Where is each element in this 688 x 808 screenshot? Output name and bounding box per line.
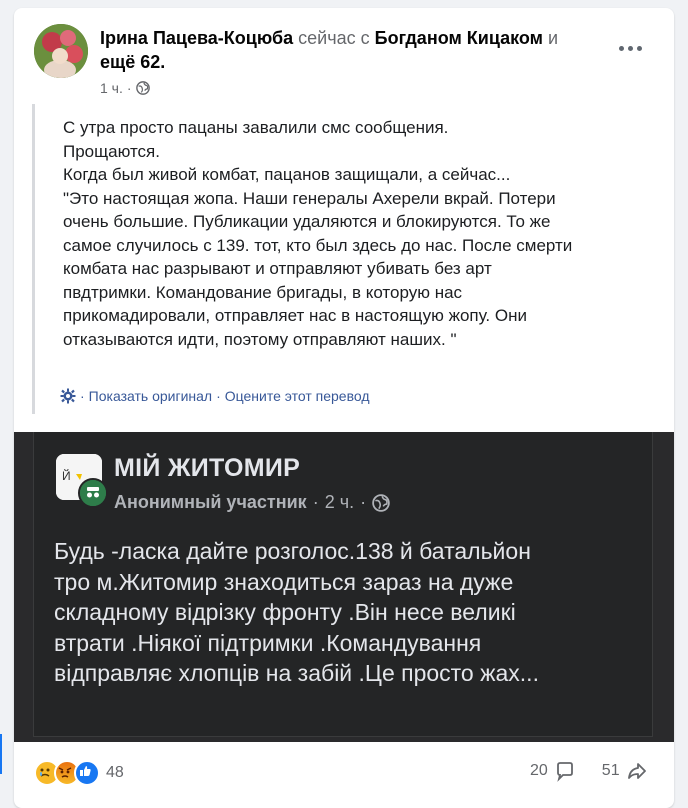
quote-line: С утра просто пацаны завалили смс сообще… xyxy=(63,118,449,137)
header-period: . xyxy=(160,52,166,72)
post-time[interactable]: 1 ч. xyxy=(100,80,123,96)
quote-line: комбата нас разрывают и отправляют убива… xyxy=(63,259,492,278)
rate-translation-link[interactable]: Оцените этот перевод xyxy=(225,388,370,404)
post-footer: 48 20 51 xyxy=(14,742,674,808)
quote-line: Прощаются. xyxy=(63,141,160,161)
sad-face-icon xyxy=(40,768,50,777)
anonymous-icon xyxy=(80,480,106,506)
and-word: и xyxy=(547,28,559,48)
like-reaction-icon xyxy=(74,760,100,786)
member-avatar xyxy=(78,478,108,508)
translated-quote: С утра просто пацаны завалили смс сообще… xyxy=(32,104,655,414)
share-icon[interactable] xyxy=(626,760,648,782)
meta-dot: · xyxy=(126,80,132,96)
group-name: МІЙ ЖИТОМИР xyxy=(114,454,301,482)
comment-count[interactable]: 20 xyxy=(530,762,548,780)
translation-bar: · Показать оригинал · Оцените этот перев… xyxy=(60,388,370,404)
gear-icon[interactable] xyxy=(60,388,76,404)
quote-text: С утра просто пацаны завалили смс сообще… xyxy=(63,116,643,351)
thumbs-up-icon xyxy=(80,766,91,776)
shared-line: тро м.Житомир знаходиться зараз на дуже xyxy=(54,568,514,595)
shared-line: втрати .Ніякої підтримки .Командування xyxy=(54,629,482,656)
more-options-button[interactable] xyxy=(616,38,644,58)
shared-post-meta: Анонимный участник · 2 ч. · xyxy=(114,492,390,513)
post-when-inline: сейчас xyxy=(298,28,356,48)
globe-icon[interactable] xyxy=(135,81,150,95)
author-name[interactable]: Ірина Пацева-Коцюба xyxy=(100,28,293,48)
post-header: Ірина Пацева-Коцюба сейчас с Богданом Ки… xyxy=(100,26,600,74)
quote-line: "Это настоящая жопа. Наши генералы Ахере… xyxy=(63,188,556,208)
show-original-link[interactable]: Показать оригинал xyxy=(89,388,212,404)
shared-post: Й МІЙ ЖИТОМИР Анонимный участник · 2 ч. … xyxy=(33,432,653,737)
post-meta: 1 ч. · xyxy=(100,80,150,96)
svg-text:Й: Й xyxy=(62,468,71,483)
shared-screenshot[interactable]: Й МІЙ ЖИТОМИР Анонимный участник · 2 ч. … xyxy=(14,432,674,742)
angry-face-icon xyxy=(58,767,72,778)
quote-line: самое случилось с 139. тот, кто был здес… xyxy=(63,235,573,255)
shared-line: відправляє хлопців на забій .Це просто ж… xyxy=(54,660,539,686)
tagged-person[interactable]: Богданом Кицаком xyxy=(375,28,543,48)
left-accent-bar xyxy=(0,734,2,774)
quote-line: очень большие. Публикации удаляются и бл… xyxy=(63,212,551,231)
post-stats: 20 51 xyxy=(530,760,648,782)
share-count[interactable]: 51 xyxy=(602,762,620,780)
post-card: Ірина Пацева-Коцюба сейчас с Богданом Ки… xyxy=(14,8,674,808)
translation-sep: · xyxy=(216,388,221,404)
shared-post-text: Будь -ласка дайте розголос.138 й батальй… xyxy=(54,536,644,689)
avatar-photo xyxy=(34,24,88,78)
reactions-summary[interactable]: 48 xyxy=(34,760,124,786)
anonymous-member-label: Анонимный участник xyxy=(114,492,307,512)
reaction-count: 48 xyxy=(106,764,124,781)
author-avatar[interactable] xyxy=(34,24,88,78)
more-dot-icon xyxy=(636,45,642,51)
more-dot-icon xyxy=(627,45,633,51)
quote-line: прикомадировали, отправляет нас в настоя… xyxy=(63,306,527,325)
quote-line: Когда был живой комбат, пацанов защищали… xyxy=(63,165,511,184)
with-word: с xyxy=(360,28,370,48)
shared-meta-dot: · xyxy=(360,492,367,512)
shared-post-time: 2 ч. xyxy=(324,492,355,512)
translation-sep: · xyxy=(80,388,85,404)
comment-icon[interactable] xyxy=(554,760,576,782)
quote-line: пвдтримки. Командование бригады, в котор… xyxy=(63,282,463,302)
shared-meta-dot: · xyxy=(312,492,319,512)
shared-line: складному відрізку фронту .Він несе вели… xyxy=(54,599,516,625)
shared-line: Будь -ласка дайте розголос.138 й батальй… xyxy=(54,538,531,564)
more-dot-icon xyxy=(618,45,624,51)
quote-line: отказываются идти, поэтому отправляют на… xyxy=(63,329,457,349)
globe-icon xyxy=(372,493,390,512)
tagged-others-link[interactable]: ещё 62 xyxy=(100,52,160,72)
